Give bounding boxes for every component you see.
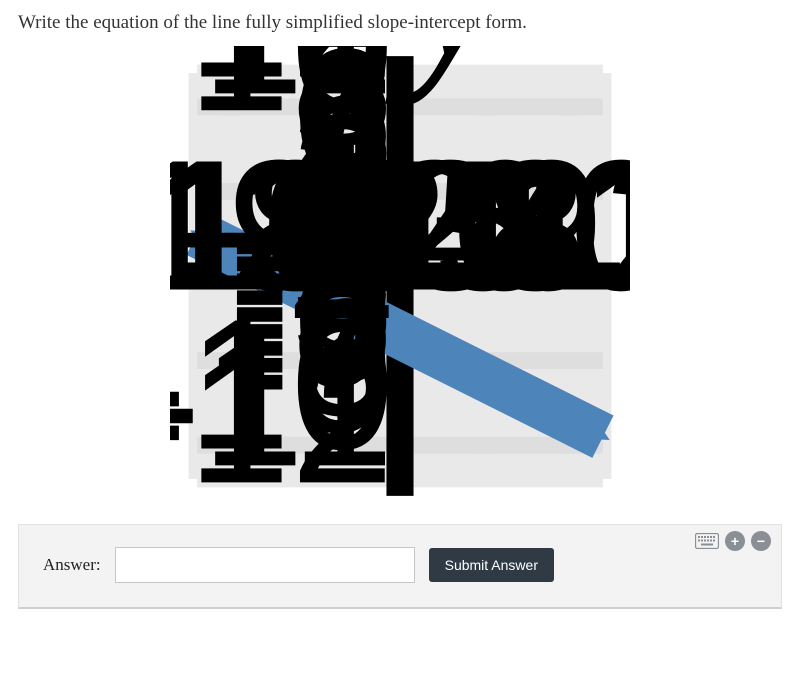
svg-text:12: 12 <box>499 123 630 330</box>
add-part-button[interactable]: + <box>725 531 745 551</box>
chart-container: -12 -11 -10 -9 -8 -7 -6 -5 -4 -3 -2 -1 1… <box>0 42 800 516</box>
submit-button[interactable]: Submit Answer <box>429 548 554 582</box>
answer-label: Answer: <box>43 555 101 575</box>
answer-input[interactable] <box>115 547 415 583</box>
question-prompt: Write the equation of the line fully sim… <box>0 0 800 42</box>
coordinate-graph: -12 -11 -10 -9 -8 -7 -6 -5 -4 -3 -2 -1 1… <box>170 46 630 506</box>
keyboard-icon[interactable] <box>695 533 719 549</box>
svg-text:12: 12 <box>187 46 394 116</box>
remove-part-button[interactable]: − <box>751 531 771 551</box>
answer-panel: + − Answer: Submit Answer <box>18 524 782 609</box>
